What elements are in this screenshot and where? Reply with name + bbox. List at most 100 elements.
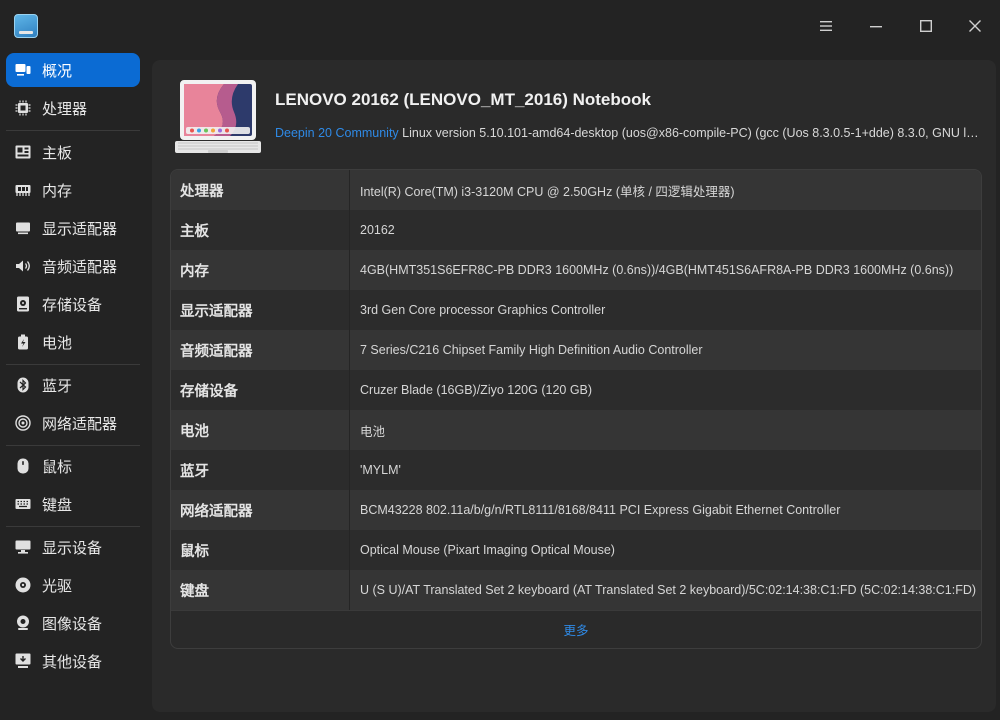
table-row: 网络适配器 BCM43228 802.11a/b/g/n/RTL8111/816… [171, 490, 981, 530]
menu-icon [820, 21, 832, 31]
row-value: 20162 [360, 223, 395, 237]
sidebar-item-optical-drive[interactable]: 光驱 [6, 568, 140, 602]
sidebar-item-keyboard[interactable]: 键盘 [6, 487, 140, 521]
sidebar-divider [6, 445, 140, 446]
row-key: 键盘 [171, 570, 350, 610]
memory-icon [14, 181, 32, 199]
other-device-icon [14, 652, 32, 670]
overview-icon [14, 61, 32, 79]
sidebar-item-label: 显示设备 [42, 538, 103, 557]
sidebar-item-label: 存储设备 [42, 295, 103, 314]
sidebar-item-label: 键盘 [42, 495, 73, 514]
sidebar-divider [6, 364, 140, 365]
row-key: 网络适配器 [171, 490, 350, 530]
sidebar-item-label: 鼠标 [42, 457, 73, 476]
row-value: Intel(R) Core(TM) i3-3120M CPU @ 2.50GHz… [360, 184, 735, 199]
os-kernel-text: Linux version 5.10.101-amd64-desktop (uo… [402, 126, 980, 140]
table-row: 鼠标 Optical Mouse (Pixart Imaging Optical… [171, 530, 981, 570]
row-value: 4GB(HMT351S6EFR8C-PB DDR3 1600MHz (0.6ns… [360, 263, 954, 277]
row-key: 处理器 [171, 170, 350, 210]
row-key: 鼠标 [171, 530, 350, 570]
title-bar [0, 0, 1000, 52]
row-key: 显示适配器 [171, 290, 350, 330]
minimize-button[interactable] [861, 11, 891, 41]
table-row: 内存 4GB(HMT351S6EFR8C-PB DDR3 1600MHz (0.… [171, 250, 981, 290]
sidebar-item-label: 音频适配器 [42, 257, 118, 276]
overview-panel: LENOVO 20162 (LENOVO_MT_2016) Notebook D… [152, 60, 996, 712]
close-icon [969, 20, 981, 32]
sidebar-item-other-devices[interactable]: 其他设备 [6, 644, 140, 678]
row-value: U (S U)/AT Translated Set 2 keyboard (AT… [360, 583, 977, 597]
sidebar-item-label: 其他设备 [42, 652, 103, 671]
row-value: 3rd Gen Core processor Graphics Controll… [360, 303, 606, 317]
sidebar-item-label: 电池 [42, 333, 73, 352]
keyboard-icon [14, 495, 32, 513]
sidebar-divider [6, 526, 140, 527]
storage-icon [14, 295, 32, 313]
sidebar-item-label: 显示适配器 [42, 219, 118, 238]
row-value: Optical Mouse (Pixart Imaging Optical Mo… [360, 543, 615, 557]
row-key: 音频适配器 [171, 330, 350, 370]
sidebar-item-audio-adapter[interactable]: 音频适配器 [6, 249, 140, 283]
os-link[interactable]: Deepin 20 Community [275, 126, 399, 140]
sidebar-item-display-device[interactable]: 显示设备 [6, 530, 140, 564]
mouse-icon [14, 457, 32, 475]
optical-drive-icon [14, 576, 32, 594]
device-title: LENOVO 20162 (LENOVO_MT_2016) Notebook [275, 90, 651, 109]
row-key: 主板 [171, 210, 350, 250]
laptop-icon [175, 80, 261, 153]
row-value: BCM43228 802.11a/b/g/n/RTL8111/8168/8411… [360, 503, 841, 517]
more-button[interactable]: 更多 [171, 610, 981, 648]
table-row: 键盘 U (S U)/AT Translated Set 2 keyboard … [171, 570, 981, 610]
row-value: 电池 [360, 424, 386, 439]
row-key: 存储设备 [171, 370, 350, 410]
speaker-icon [14, 257, 32, 275]
close-button[interactable] [960, 11, 990, 41]
row-key: 电池 [171, 410, 350, 450]
bluetooth-icon [14, 376, 32, 394]
sidebar-item-network[interactable]: 网络适配器 [6, 406, 140, 440]
row-key: 蓝牙 [171, 450, 350, 490]
row-key: 内存 [171, 250, 350, 290]
table-row: 电池 电池 [171, 410, 981, 450]
table-row: 处理器 Intel(R) Core(TM) i3-3120M CPU @ 2.5… [171, 170, 981, 210]
sidebar: 概况 处理器 主板 内存 显示适配器 音频适配器 存储设备 电池 蓝牙 网络适配… [0, 52, 150, 720]
monitor-icon [14, 538, 32, 556]
menu-button[interactable] [811, 11, 841, 41]
sidebar-item-label: 主板 [42, 143, 73, 162]
sidebar-item-storage[interactable]: 存储设备 [6, 287, 140, 321]
sidebar-item-label: 图像设备 [42, 614, 103, 633]
sidebar-item-label: 概况 [42, 61, 73, 80]
sidebar-item-label: 光驱 [42, 576, 73, 595]
sidebar-item-label: 蓝牙 [42, 376, 73, 395]
camera-icon [14, 614, 32, 632]
sidebar-item-memory[interactable]: 内存 [6, 173, 140, 207]
display-adapter-icon [14, 219, 32, 237]
sidebar-item-mouse[interactable]: 鼠标 [6, 449, 140, 483]
row-value: 7 Series/C216 Chipset Family High Defini… [360, 343, 703, 357]
table-row: 音频适配器 7 Series/C216 Chipset Family High … [171, 330, 981, 370]
maximize-button[interactable] [911, 11, 941, 41]
maximize-icon [920, 20, 933, 33]
sidebar-item-motherboard[interactable]: 主板 [6, 135, 140, 169]
sidebar-item-overview[interactable]: 概况 [6, 53, 140, 87]
table-row: 显示适配器 3rd Gen Core processor Graphics Co… [171, 290, 981, 330]
sidebar-divider [6, 130, 140, 131]
network-icon [14, 414, 32, 432]
minimize-icon [870, 26, 882, 28]
table-row: 主板 20162 [171, 210, 981, 250]
table-row: 蓝牙 'MYLM' [171, 450, 981, 490]
sidebar-item-bluetooth[interactable]: 蓝牙 [6, 368, 140, 402]
sidebar-item-label: 处理器 [42, 99, 88, 118]
motherboard-icon [14, 143, 32, 161]
row-value: Cruzer Blade (16GB)/Ziyo 120G (120 GB) [360, 383, 593, 397]
sidebar-item-camera[interactable]: 图像设备 [6, 606, 140, 640]
sidebar-item-cpu[interactable]: 处理器 [6, 91, 140, 125]
table-row: 存储设备 Cruzer Blade (16GB)/Ziyo 120G (120 … [171, 370, 981, 410]
cpu-icon [14, 99, 32, 117]
device-manager-icon [14, 14, 38, 38]
sidebar-item-battery[interactable]: 电池 [6, 325, 140, 359]
sidebar-item-label: 内存 [42, 181, 73, 200]
os-info-line: Deepin 20 Community Linux version 5.10.1… [275, 126, 980, 140]
sidebar-item-display-adapter[interactable]: 显示适配器 [6, 211, 140, 245]
